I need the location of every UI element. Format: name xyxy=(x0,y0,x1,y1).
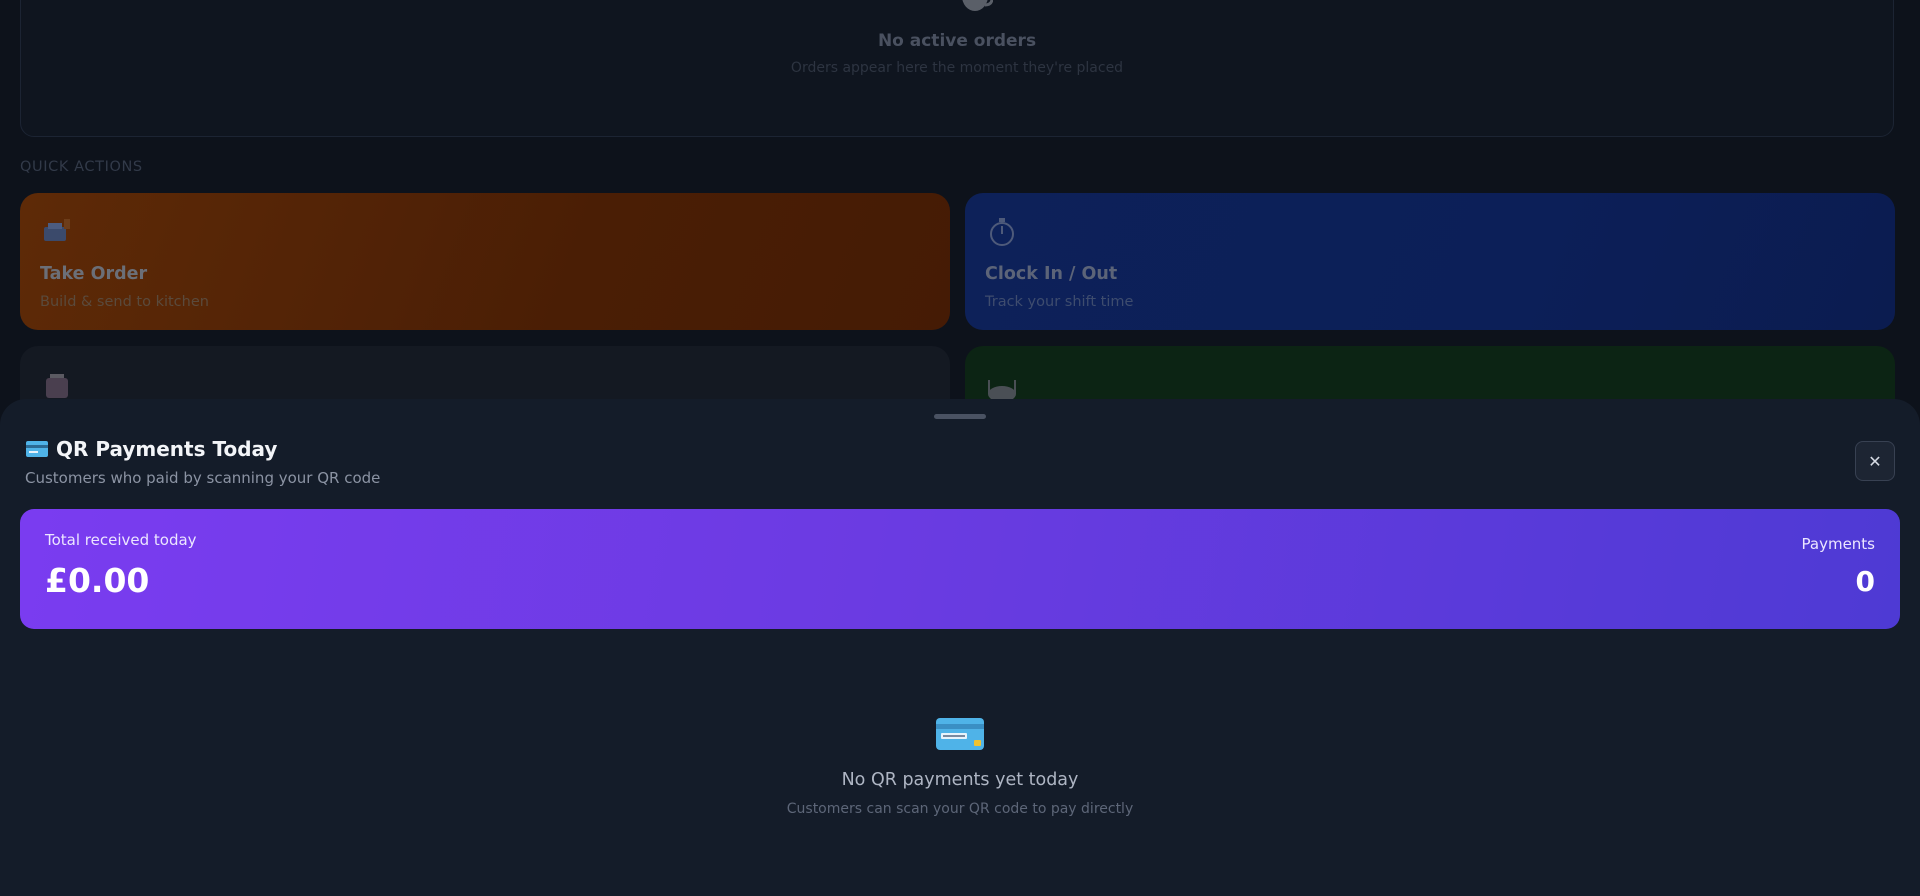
active-orders-card: No active orders Orders appear here the … xyxy=(20,0,1894,137)
coffee-icon xyxy=(962,0,993,11)
sheet-title: QR Payments Today xyxy=(56,437,278,461)
payments-summary-card: Total received today £0.00 Payments 0 xyxy=(20,509,1900,629)
plate-icon xyxy=(988,380,1016,400)
sheet-header: QR Payments Today xyxy=(26,437,277,461)
clock-in-out-subtitle: Track your shift time xyxy=(985,294,1134,310)
clock-in-out-card[interactable]: Clock In / Out Track your shift time xyxy=(965,193,1895,330)
quick-actions-label: QUICK ACTIONS xyxy=(20,159,143,175)
qr-payments-sheet: QR Payments Today Customers who paid by … xyxy=(0,399,1920,896)
payments-count-value: 0 xyxy=(1855,565,1875,598)
no-active-orders-subtitle: Orders appear here the moment they're pl… xyxy=(790,60,1124,76)
take-order-subtitle: Build & send to kitchen xyxy=(40,294,209,310)
no-qr-payments-title: No QR payments yet today xyxy=(841,770,1079,790)
close-icon: ✕ xyxy=(1868,451,1882,471)
credit-card-icon xyxy=(26,441,48,457)
close-button[interactable]: ✕ xyxy=(1855,441,1895,481)
payments-count-label: Payments xyxy=(1801,535,1875,553)
clock-in-out-title: Clock In / Out xyxy=(985,264,1118,284)
cash-register-icon xyxy=(44,219,70,241)
sheet-drag-handle[interactable] xyxy=(934,414,986,419)
stopwatch-icon xyxy=(990,218,1014,246)
total-received-amount: £0.00 xyxy=(45,561,150,600)
no-active-orders-title: No active orders xyxy=(877,31,1037,51)
no-qr-payments-subtitle: Customers can scan your QR code to pay d… xyxy=(786,801,1134,817)
sheet-subtitle: Customers who paid by scanning your QR c… xyxy=(25,469,381,487)
robot-icon xyxy=(46,374,68,398)
total-received-label: Total received today xyxy=(45,531,197,549)
take-order-card[interactable]: Take Order Build & send to kitchen xyxy=(20,193,950,330)
take-order-title: Take Order xyxy=(40,264,148,284)
credit-card-icon xyxy=(936,718,984,750)
